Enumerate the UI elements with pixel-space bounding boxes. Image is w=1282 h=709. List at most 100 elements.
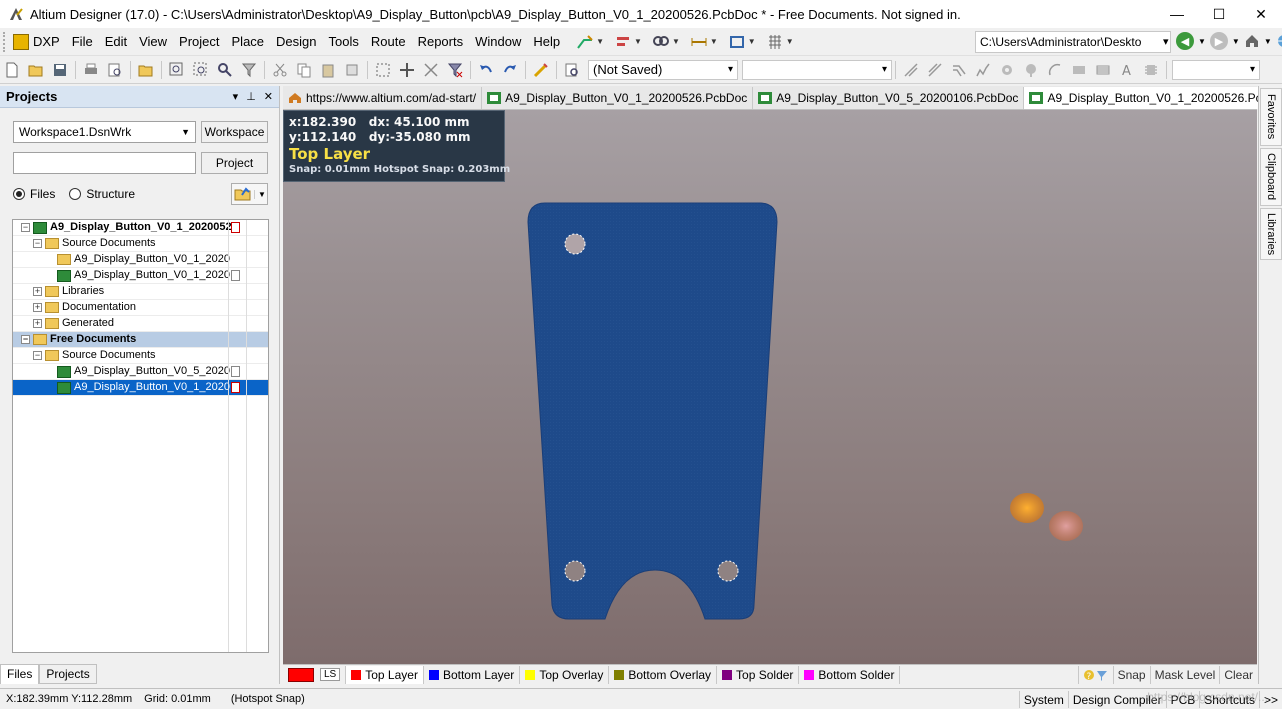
tab-pcbdoc-v0-5[interactable]: A9_Display_Button_V0_5_20200106.PcbDoc bbox=[753, 87, 1025, 109]
document-path-box[interactable]: C:\Users\Administrator\Deskto bbox=[975, 31, 1171, 53]
diff-pair-icon[interactable] bbox=[925, 60, 945, 80]
layer-tab[interactable]: Bottom Layer bbox=[424, 665, 521, 684]
tree-row[interactable]: A9_Display_Button_V0_1_2020 bbox=[13, 252, 268, 268]
forward-icon[interactable]: ▶ bbox=[1209, 32, 1228, 50]
maximize-button[interactable]: ☐ bbox=[1198, 0, 1240, 28]
saved-state-select[interactable]: (Not Saved) ▾ bbox=[588, 59, 738, 80]
side-tab-favorites[interactable]: Favorites bbox=[1260, 88, 1282, 146]
grid-tools[interactable]: ▼ bbox=[762, 34, 798, 50]
chevron-down-icon[interactable]: ▼ bbox=[1232, 37, 1240, 46]
print-icon[interactable] bbox=[81, 60, 101, 80]
tune-length-icon[interactable] bbox=[973, 60, 993, 80]
side-tab-clipboard[interactable]: Clipboard bbox=[1260, 148, 1282, 206]
tab-pcbdoc-v0-1[interactable]: A9_Display_Button_V0_1_20200526.PcbDoc bbox=[482, 87, 754, 109]
tab-pcbdoc-v0-1-active[interactable]: A9_Display_Button_V0_1_20200526.PcbDoc * bbox=[1024, 87, 1282, 109]
current-layer-indicator[interactable]: LS bbox=[283, 665, 347, 684]
browse-component-icon[interactable] bbox=[562, 60, 582, 80]
expand-icon[interactable]: + bbox=[33, 303, 42, 312]
arc-icon[interactable] bbox=[1045, 60, 1065, 80]
open-icon[interactable] bbox=[26, 60, 46, 80]
print-preview-icon[interactable] bbox=[105, 60, 125, 80]
tree-row[interactable]: + Documentation bbox=[13, 300, 268, 316]
polygon-icon[interactable] bbox=[1093, 60, 1113, 80]
tree-row[interactable]: A9_Display_Button_V0_1_2020 bbox=[13, 380, 268, 396]
home-icon[interactable] bbox=[1244, 33, 1260, 49]
board-outline[interactable] bbox=[527, 202, 778, 620]
workspace-select[interactable]: Workspace1.DsnWrk ▼ bbox=[13, 121, 196, 143]
tree-row[interactable]: + Libraries bbox=[13, 284, 268, 300]
minimize-button[interactable]: — bbox=[1156, 0, 1198, 28]
tree-row[interactable]: − Source Documents bbox=[13, 348, 268, 364]
layer-tab[interactable]: Top Layer bbox=[346, 665, 424, 684]
zoom-fit-icon[interactable] bbox=[167, 60, 187, 80]
workspace-button[interactable]: Workspace bbox=[201, 121, 268, 143]
rubber-stamp-icon[interactable] bbox=[342, 60, 362, 80]
collapse-icon[interactable]: − bbox=[33, 239, 42, 248]
panel-menu-icon[interactable]: ▾ bbox=[233, 90, 239, 103]
side-tab-libraries[interactable]: Libraries bbox=[1260, 208, 1282, 260]
deselect-icon[interactable] bbox=[421, 60, 441, 80]
room-tools[interactable]: ▼ bbox=[724, 34, 760, 50]
open-project-icon[interactable] bbox=[136, 60, 156, 80]
project-input[interactable] bbox=[13, 152, 196, 174]
collapse-icon[interactable]: − bbox=[33, 351, 42, 360]
collapse-icon[interactable]: − bbox=[21, 335, 30, 344]
chevron-down-icon[interactable]: ▼ bbox=[1198, 37, 1206, 46]
layer-tab[interactable]: Bottom Overlay bbox=[609, 665, 718, 684]
panel-tab-files[interactable]: Files bbox=[0, 664, 40, 684]
pcb-canvas[interactable]: x:182.390 dx: 45.100 mm y:112.140 dy:-35… bbox=[283, 110, 1257, 664]
wiring-tools[interactable]: ▼ bbox=[572, 34, 608, 50]
undo-icon[interactable] bbox=[476, 60, 496, 80]
menu-place[interactable]: Place bbox=[226, 34, 271, 49]
menu-window[interactable]: Window bbox=[469, 34, 527, 49]
menu-project[interactable]: Project bbox=[173, 34, 225, 49]
collapse-icon[interactable]: − bbox=[21, 223, 30, 232]
panel-tab-projects[interactable]: Projects bbox=[39, 664, 97, 684]
cross-probe-icon[interactable] bbox=[531, 60, 551, 80]
chevron-down-icon[interactable]: ▼ bbox=[1264, 37, 1272, 46]
expand-icon[interactable]: + bbox=[33, 287, 42, 296]
folder-options-button[interactable]: ▼ bbox=[231, 183, 268, 205]
menu-reports[interactable]: Reports bbox=[412, 34, 470, 49]
tree-row[interactable]: − A9_Display_Button_V0_1_2020052 bbox=[13, 220, 268, 236]
pcb-view[interactable] bbox=[283, 110, 1257, 664]
layer-tab[interactable]: Bottom Solder bbox=[799, 665, 901, 684]
zoom-selected-icon[interactable] bbox=[215, 60, 235, 80]
layer-tab[interactable]: Top Overlay bbox=[520, 665, 610, 684]
radio-structure[interactable]: Structure bbox=[69, 187, 135, 201]
zoom-area-icon[interactable] bbox=[191, 60, 211, 80]
menu-design[interactable]: Design bbox=[270, 34, 322, 49]
layer-help-button[interactable]: ? bbox=[1077, 666, 1113, 684]
tree-row[interactable]: + Generated bbox=[13, 316, 268, 332]
fill-icon[interactable] bbox=[1069, 60, 1089, 80]
redo-icon[interactable] bbox=[500, 60, 520, 80]
dimension-tools[interactable]: ▼ bbox=[686, 34, 722, 50]
tree-row[interactable]: − Source Documents bbox=[13, 236, 268, 252]
pad-icon[interactable] bbox=[1021, 60, 1041, 80]
save-icon[interactable] bbox=[50, 60, 70, 80]
layer-tab[interactable]: Top Solder bbox=[717, 665, 800, 684]
find-tools[interactable]: ▼ bbox=[648, 34, 684, 50]
menu-file[interactable]: File bbox=[66, 34, 99, 49]
layer-set-button[interactable]: LS bbox=[320, 668, 341, 681]
panel-close-icon[interactable]: ✕ bbox=[264, 90, 273, 103]
path-dropdown-icon[interactable]: ▾ bbox=[1163, 35, 1169, 48]
expand-icon[interactable]: + bbox=[33, 319, 42, 328]
via-icon[interactable] bbox=[997, 60, 1017, 80]
clear-button[interactable]: Clear bbox=[1219, 666, 1257, 684]
radio-files[interactable]: Files bbox=[13, 187, 55, 201]
component-icon[interactable] bbox=[1141, 60, 1161, 80]
string-icon[interactable]: A bbox=[1117, 60, 1137, 80]
filter-zoom-icon[interactable] bbox=[239, 60, 259, 80]
menu-route[interactable]: Route bbox=[365, 34, 412, 49]
back-icon[interactable]: ◀ bbox=[1176, 32, 1194, 50]
snap-button[interactable]: Snap bbox=[1112, 666, 1150, 684]
variant-select[interactable]: ▾ bbox=[742, 59, 892, 80]
globe-icon[interactable] bbox=[1276, 33, 1282, 49]
new-icon[interactable] bbox=[2, 60, 22, 80]
tree-row[interactable]: A9_Display_Button_V0_1_2020 bbox=[13, 268, 268, 284]
extra-select[interactable]: ▾ bbox=[1172, 59, 1260, 80]
cut-icon[interactable] bbox=[270, 60, 290, 80]
paste-icon[interactable] bbox=[318, 60, 338, 80]
pin-icon[interactable]: ⊥ bbox=[246, 90, 256, 103]
